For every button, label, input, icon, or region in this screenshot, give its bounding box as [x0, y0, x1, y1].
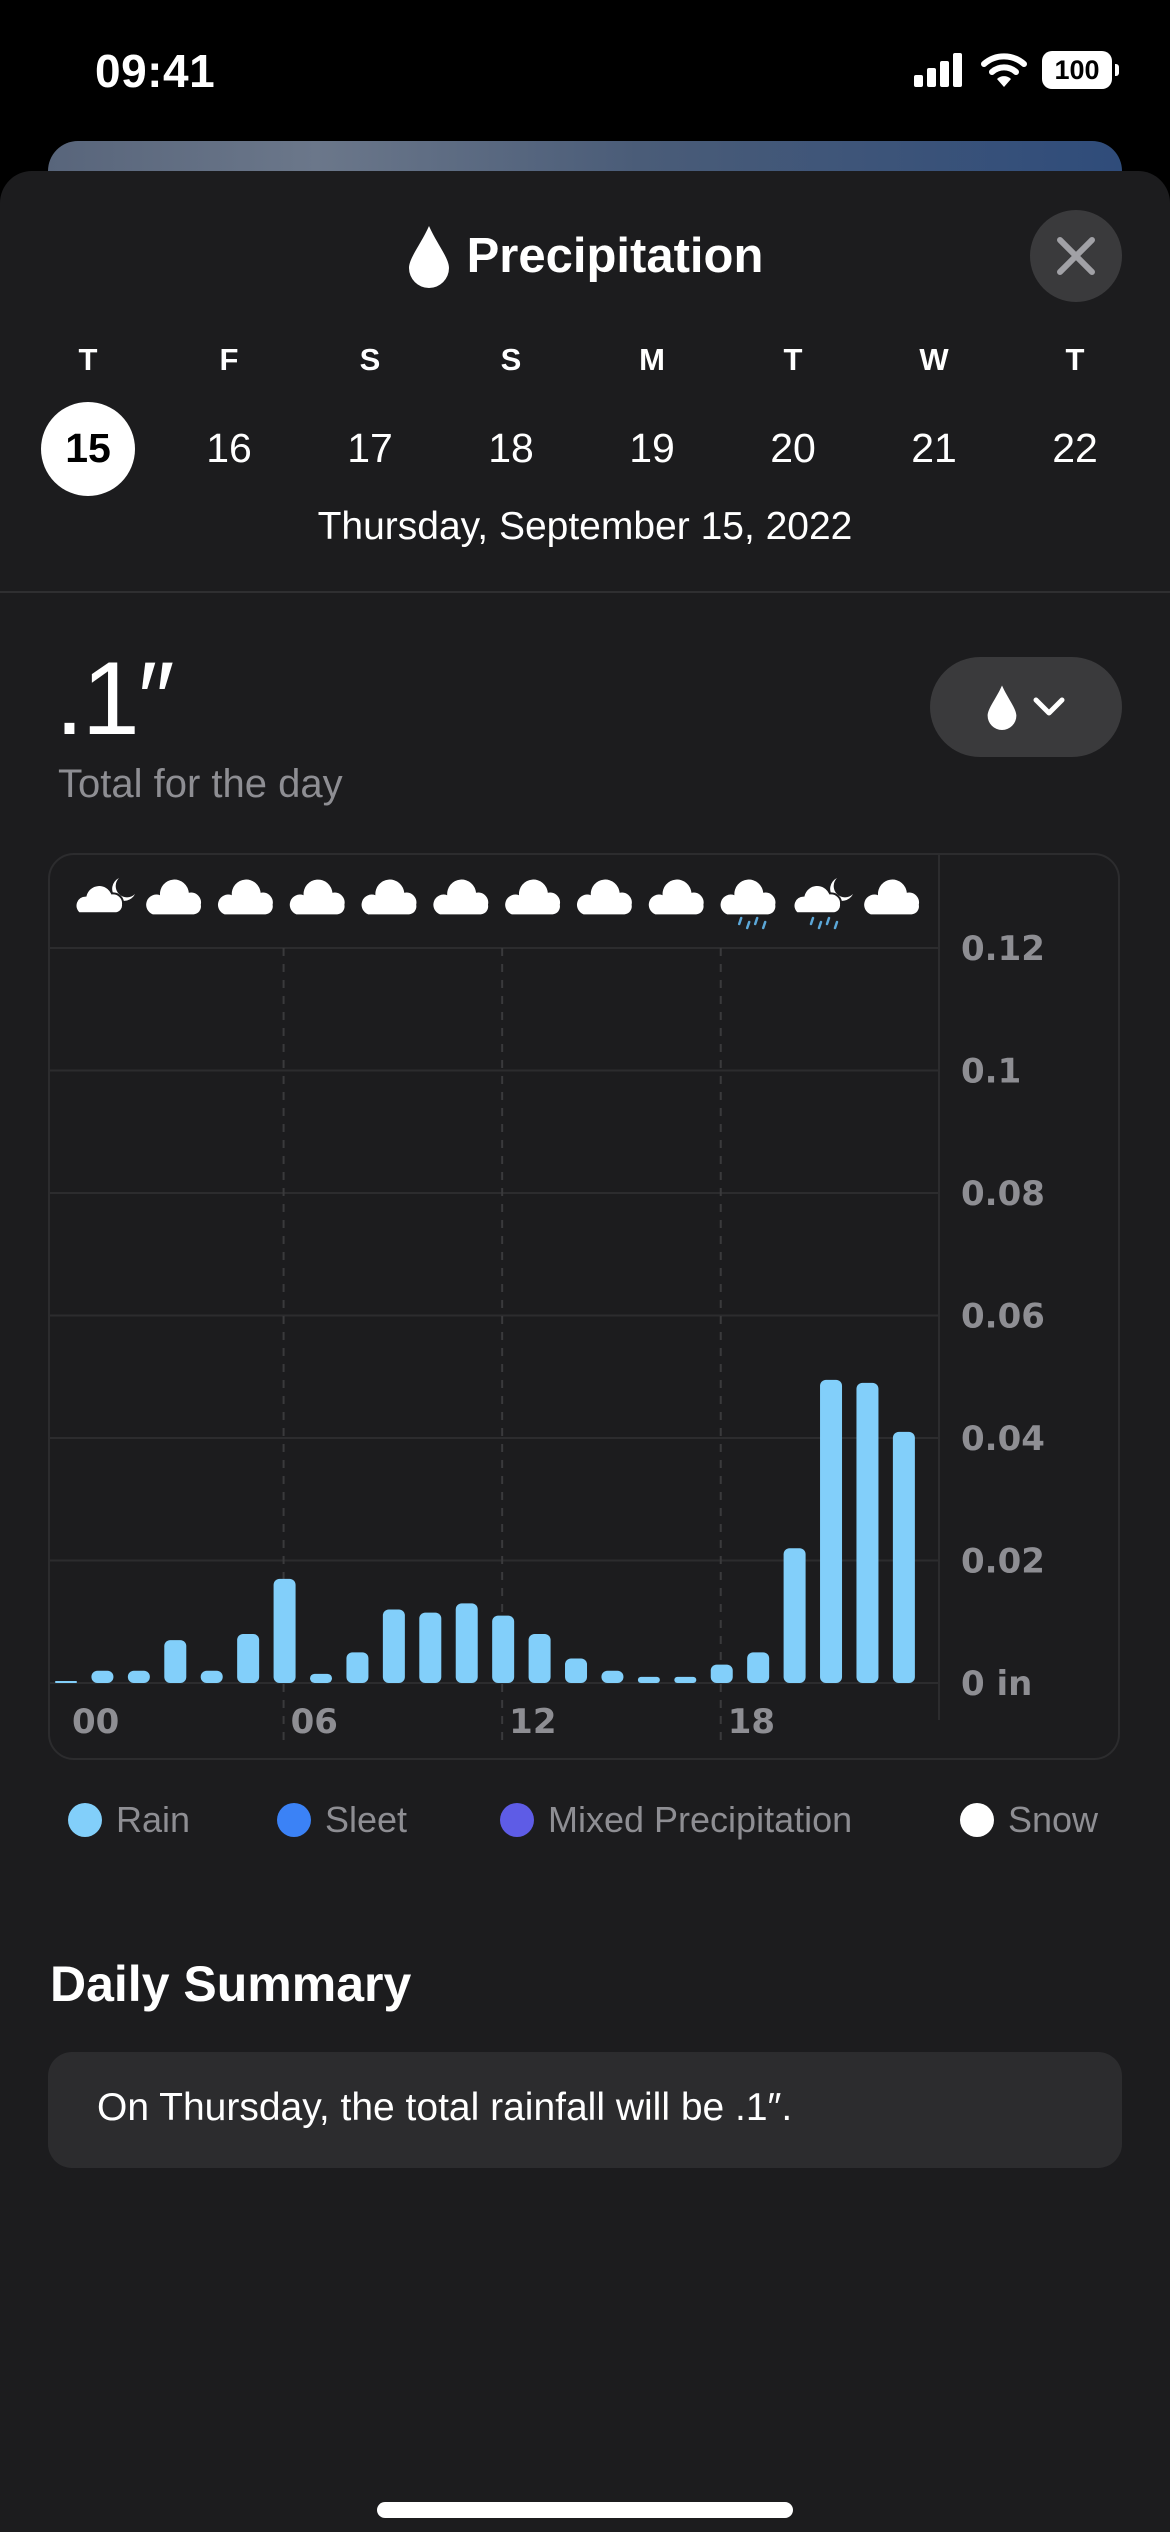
divider: [0, 591, 1170, 593]
home-indicator[interactable]: [377, 2502, 793, 2518]
day-button-15[interactable]: 15: [38, 416, 138, 508]
day-button-22[interactable]: 22: [1025, 416, 1125, 508]
legend-label: Sleet: [325, 1799, 408, 1840]
day-letter: W: [919, 342, 949, 377]
legend-item-mixed: Mixed Precipitation: [500, 1795, 852, 1845]
selected-date-label: Thursday, September 15, 2022: [317, 505, 853, 548]
legend-label: Snow: [1008, 1799, 1099, 1840]
status-icons: 100: [914, 50, 1119, 90]
legend-label: Rain: [116, 1799, 191, 1840]
day-letter: T: [1065, 342, 1085, 377]
page-title: Precipitation: [466, 229, 764, 283]
cellular-signal-icon: [914, 53, 962, 87]
legend-item-snow: Snow: [960, 1795, 1098, 1845]
close-button[interactable]: [1030, 210, 1122, 302]
day-letter: T: [78, 342, 98, 377]
legend-item-rain: Rain: [68, 1795, 190, 1845]
legend-dot-rain: [68, 1803, 102, 1837]
close-icon: [1057, 237, 1095, 275]
total-precipitation-value: .1″: [55, 641, 175, 757]
day-button-17[interactable]: 17: [320, 416, 420, 508]
day-letter: S: [500, 342, 522, 377]
precipitation-type-menu-button[interactable]: [930, 657, 1122, 757]
day-button-18[interactable]: 18: [461, 416, 561, 508]
legend-dot-snow: [960, 1803, 994, 1837]
wifi-icon: [981, 53, 1027, 87]
day-button-20[interactable]: 20: [743, 416, 843, 508]
battery-level: 100: [1054, 54, 1100, 85]
battery-icon: 100: [1042, 51, 1119, 89]
precipitation-chart: [48, 853, 1120, 1760]
sheet-header: Precipitation: [0, 220, 1170, 292]
chart-legend: Rain Sleet Mixed Precipitation Snow: [68, 1795, 1118, 1845]
daily-summary-text: On Thursday, the total rainfall will be …: [97, 2086, 793, 2129]
legend-dot-sleet: [277, 1803, 311, 1837]
day-letter: M: [639, 342, 665, 377]
day-button-16[interactable]: 16: [179, 416, 279, 508]
day-letter: T: [783, 342, 803, 377]
total-precipitation-label: Total for the day: [58, 762, 343, 806]
day-letter: S: [359, 342, 381, 377]
day-button-21[interactable]: 21: [884, 416, 984, 508]
daily-summary-heading: Daily Summary: [50, 1956, 412, 2012]
day-button-19[interactable]: 19: [602, 416, 702, 508]
legend-item-sleet: Sleet: [277, 1795, 407, 1845]
legend-label: Mixed Precipitation: [548, 1799, 853, 1840]
status-time: 09:41: [95, 45, 216, 97]
day-letter: F: [219, 342, 239, 377]
chevron-down-icon: [1033, 697, 1065, 716]
raindrop-icon: [408, 226, 449, 288]
legend-dot-mixed: [500, 1803, 534, 1837]
raindrop-icon: [987, 685, 1017, 730]
